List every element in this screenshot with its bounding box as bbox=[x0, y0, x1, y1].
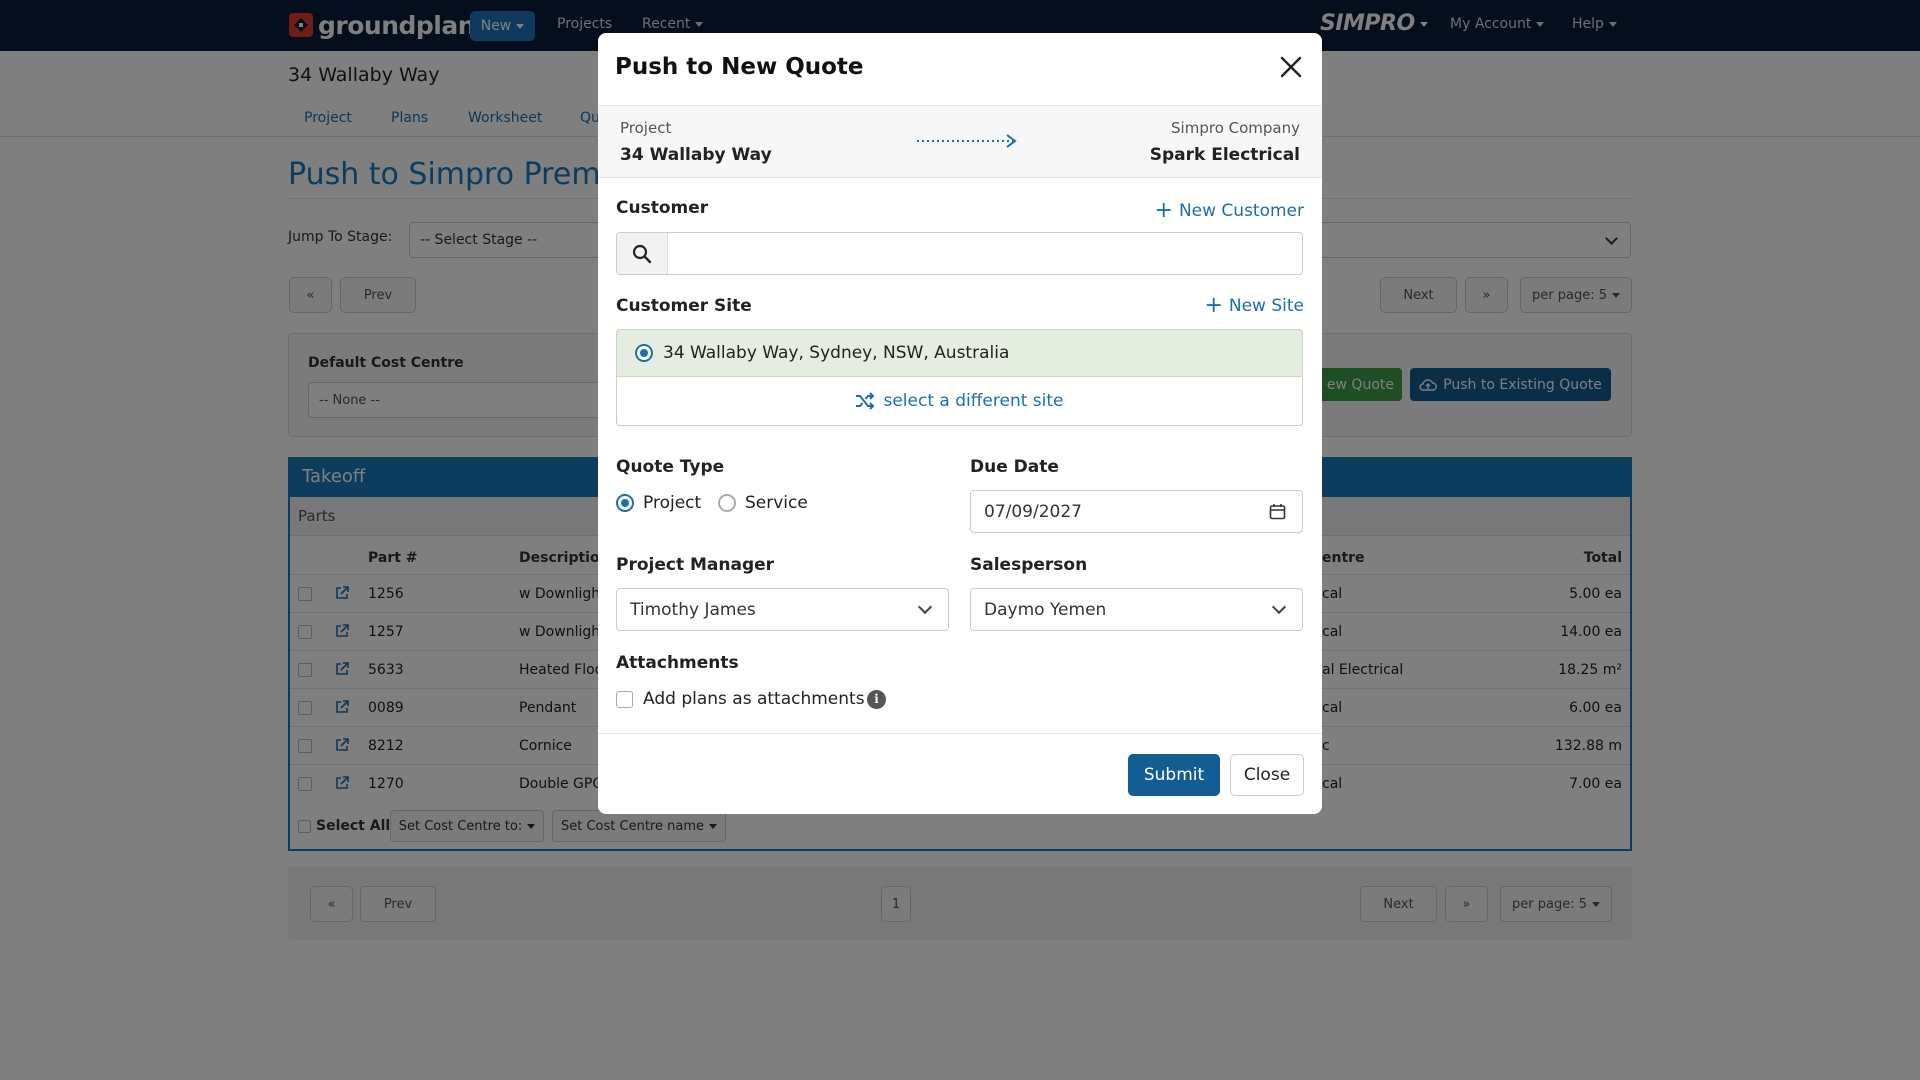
shuffle-icon bbox=[856, 392, 875, 410]
push-to-new-quote-modal: Push to New Quote Project 34 Wallaby Way… bbox=[598, 33, 1322, 814]
due-date-label: Due Date bbox=[970, 457, 1059, 477]
site-radio[interactable] bbox=[635, 344, 653, 362]
quote-type-service-label: Service bbox=[745, 493, 808, 513]
selected-site-option[interactable]: 34 Wallaby Way, Sydney, NSW, Australia bbox=[616, 329, 1303, 377]
new-site-link[interactable]: + New Site bbox=[1204, 293, 1304, 318]
submit-button[interactable]: Submit bbox=[1128, 754, 1220, 796]
modal-header: Push to New Quote bbox=[598, 33, 1322, 106]
attachments-label: Attachments bbox=[616, 653, 739, 673]
chevron-down-icon bbox=[1271, 599, 1287, 615]
chevron-down-icon bbox=[917, 599, 933, 615]
modal-footer: Submit Close bbox=[598, 733, 1322, 814]
search-addon bbox=[617, 233, 668, 274]
quote-type-project-label: Project bbox=[643, 493, 702, 513]
salesperson-label: Salesperson bbox=[970, 555, 1088, 575]
plus-icon: + bbox=[1154, 198, 1173, 223]
add-plans-checkbox[interactable] bbox=[616, 691, 633, 708]
project-manager-value: Timothy James bbox=[630, 600, 756, 620]
route-company-value: Spark Electrical bbox=[1149, 145, 1300, 165]
new-site-label: New Site bbox=[1228, 296, 1304, 316]
new-customer-label: New Customer bbox=[1178, 201, 1304, 221]
due-date-value: 07/09/2027 bbox=[984, 502, 1082, 522]
close-button[interactable]: Close bbox=[1230, 754, 1304, 796]
select-different-site-button[interactable]: select a different site bbox=[616, 377, 1303, 426]
project-manager-select[interactable]: Timothy James bbox=[616, 588, 949, 631]
due-date-input[interactable]: 07/09/2027 bbox=[970, 490, 1303, 533]
calendar-icon[interactable] bbox=[1269, 503, 1286, 520]
submit-label: Submit bbox=[1143, 765, 1205, 785]
arrow-right-icon bbox=[917, 134, 1017, 148]
quote-type-label: Quote Type bbox=[616, 457, 725, 477]
close-label: Close bbox=[1243, 765, 1291, 785]
salesperson-select[interactable]: Daymo Yemen bbox=[970, 588, 1303, 631]
add-plans-label: Add plans as attachments bbox=[643, 689, 865, 709]
info-icon[interactable]: i bbox=[867, 690, 886, 709]
customer-site-label: Customer Site bbox=[616, 296, 752, 316]
selected-site-text: 34 Wallaby Way, Sydney, NSW, Australia bbox=[663, 343, 1010, 363]
quote-type-service-radio[interactable] bbox=[718, 494, 736, 512]
route-project-label: Project bbox=[620, 119, 672, 137]
modal-title: Push to New Quote bbox=[615, 54, 864, 80]
new-customer-link[interactable]: + New Customer bbox=[1154, 198, 1305, 223]
quote-type-project-radio[interactable] bbox=[616, 494, 634, 512]
plus-icon: + bbox=[1204, 293, 1223, 318]
route-company-label: Simpro Company bbox=[1171, 119, 1300, 137]
customer-search-input[interactable] bbox=[616, 232, 1303, 275]
search-icon bbox=[632, 244, 652, 264]
different-site-label: select a different site bbox=[883, 391, 1064, 411]
route-project-value: 34 Wallaby Way bbox=[620, 145, 772, 165]
salesperson-value: Daymo Yemen bbox=[984, 600, 1107, 620]
push-route-summary: Project 34 Wallaby Way Simpro Company Sp… bbox=[598, 106, 1322, 178]
customer-label: Customer bbox=[616, 198, 709, 218]
close-icon[interactable] bbox=[1278, 54, 1304, 80]
project-manager-label: Project Manager bbox=[616, 555, 775, 575]
